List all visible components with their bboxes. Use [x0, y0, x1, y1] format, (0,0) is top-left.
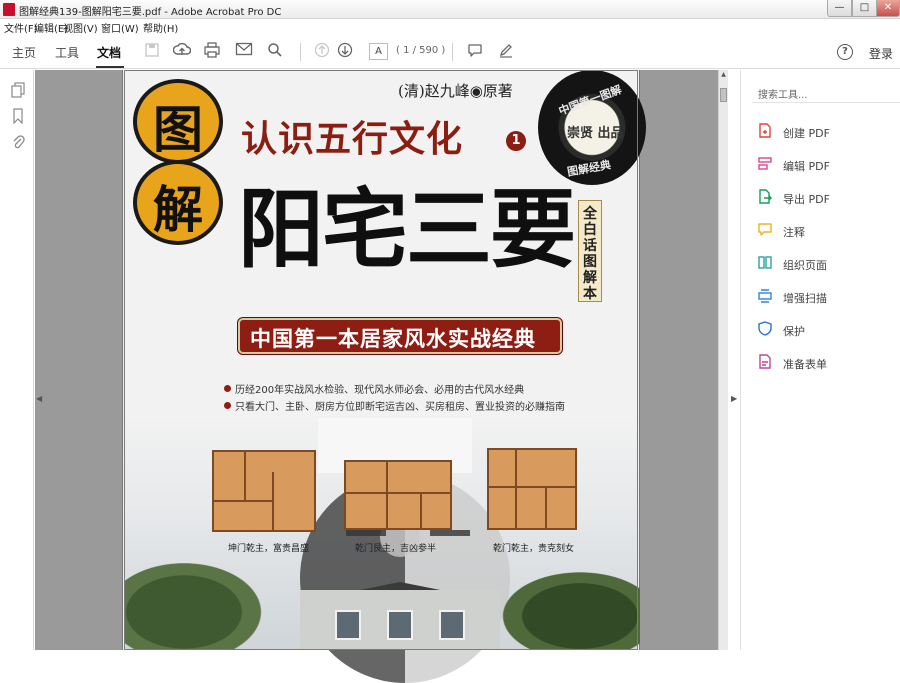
tool-label: 创建 PDF	[783, 127, 830, 140]
tool-export-pdf[interactable]: 导出 PDF	[758, 188, 898, 206]
organize-pages-icon	[758, 255, 772, 270]
trees-right	[490, 565, 640, 650]
active-tab-indicator	[96, 66, 124, 68]
next-page-icon[interactable]	[336, 42, 354, 60]
trigram-bar	[346, 530, 386, 536]
cover-series-number: 1	[506, 131, 526, 151]
bullet-dot	[224, 402, 231, 409]
search-underline	[752, 102, 900, 103]
attachment-icon[interactable]	[11, 134, 25, 150]
prepare-form-icon	[758, 354, 772, 369]
scrollbar-thumb[interactable]	[720, 88, 727, 102]
menu-bar: 文件(F) 编辑(E) 视图(V) 窗口(W) 帮助(H)	[0, 19, 900, 35]
search-tools-input[interactable]: 搜索工具...	[758, 86, 808, 101]
upload-icon[interactable]	[172, 42, 192, 60]
tool-label: 增强扫描	[783, 292, 827, 305]
toolbar: 主页 工具 文档	[0, 34, 900, 69]
tool-enhance-scans[interactable]: 增强扫描	[758, 287, 898, 305]
export-pdf-icon	[758, 189, 772, 204]
menu-help[interactable]: 帮助(H)	[143, 20, 178, 35]
window-title: 图解经典139-图解阳宅三要.pdf - Adobe Acrobat Pro D…	[19, 7, 282, 18]
floor-plan-2	[344, 460, 452, 530]
cover-series-title: 认识五行文化	[241, 118, 464, 160]
tool-create-pdf[interactable]: 创建 PDF	[758, 122, 898, 140]
house-window	[439, 610, 465, 640]
tab-document[interactable]: 文档	[97, 44, 121, 61]
tool-label: 注释	[783, 226, 805, 239]
enhance-scans-icon	[758, 288, 772, 303]
menu-file[interactable]: 文件(F)	[4, 20, 38, 35]
cover-bullet-text: 历经200年实战风水检验、现代风水师必会、必用的古代风水经典	[235, 385, 525, 396]
tool-label: 保护	[783, 325, 805, 338]
page-thumbnails-icon[interactable]	[11, 82, 25, 98]
cover-bullet-text: 只看大门、主卧、厨房方位即断宅运吉凶、买房租房、置业投资的必赚指南	[235, 402, 565, 413]
toolbar-separator	[452, 43, 453, 61]
side-label-char: 本	[583, 286, 597, 302]
tool-label: 编辑 PDF	[783, 160, 830, 173]
tab-tools[interactable]: 工具	[55, 44, 79, 61]
menu-window[interactable]: 窗口(W)	[101, 20, 139, 35]
floor-plan-1	[212, 450, 316, 532]
bookmark-icon[interactable]	[11, 108, 25, 125]
tool-organize-pages[interactable]: 组织页面	[758, 254, 898, 272]
scroll-up-arrow-icon[interactable]: ▲	[719, 71, 728, 80]
floor-plan-caption: 坤门乾主，富贵昌盛	[228, 544, 310, 554]
menu-view[interactable]: 视图(V)	[63, 20, 98, 35]
trees-left	[124, 555, 274, 650]
cover-badge-text: 图	[153, 100, 203, 159]
cover-author: (清)赵九峰◉原著	[398, 82, 513, 100]
page-number-input[interactable]: A	[369, 43, 388, 60]
tool-prepare-form[interactable]: 准备表单	[758, 353, 898, 371]
close-button[interactable]: ✕	[876, 0, 900, 17]
title-bar: 图解经典139-图解阳宅三要.pdf - Adobe Acrobat Pro D…	[0, 0, 900, 19]
create-pdf-icon	[758, 123, 772, 138]
tool-comment[interactable]: 注释	[758, 221, 898, 239]
minimize-button[interactable]: —	[827, 0, 852, 17]
signin-link[interactable]: 登录	[869, 45, 893, 62]
acrobat-app-icon	[3, 3, 15, 16]
maximize-button[interactable]: □	[852, 0, 877, 17]
cover-banner-text: 中国第一本居家风水实战经典	[250, 327, 536, 351]
floor-plan-caption: 乾门乾主，贵克刻女	[493, 544, 575, 554]
cover-main-title: 阳宅三要	[238, 179, 576, 280]
floor-plan-3	[487, 448, 577, 530]
tool-label: 准备表单	[783, 358, 827, 371]
seal-center-text: 崇贤 出品	[567, 126, 624, 141]
tool-protect[interactable]: 保护	[758, 320, 898, 338]
cover-badge-text: 解	[153, 180, 203, 239]
pen-icon[interactable]	[497, 42, 515, 60]
collapse-left-pane-icon[interactable]: ◀	[36, 394, 42, 403]
tab-home[interactable]: 主页	[12, 44, 36, 61]
search-icon[interactable]	[266, 42, 284, 60]
trigram-bar	[430, 530, 470, 536]
edit-pdf-icon	[758, 156, 772, 171]
collapse-right-pane-icon[interactable]: ▶	[731, 394, 737, 403]
tool-label: 组织页面	[783, 259, 827, 272]
tool-label: 导出 PDF	[783, 193, 830, 206]
house-window	[387, 610, 413, 640]
floor-plan-caption: 乾门艮主，吉凶参半	[355, 544, 437, 554]
house-window	[335, 610, 361, 640]
prev-page-icon[interactable]	[313, 42, 331, 60]
print-icon[interactable]	[203, 42, 221, 60]
toolbar-separator	[300, 43, 301, 61]
help-icon[interactable]: ?	[837, 44, 853, 60]
email-icon[interactable]	[235, 42, 253, 60]
save-icon[interactable]	[143, 42, 161, 60]
shield-icon	[758, 321, 772, 336]
vertical-scrollbar[interactable]	[718, 70, 728, 650]
tool-edit-pdf[interactable]: 编辑 PDF	[758, 155, 898, 173]
comment-icon[interactable]	[466, 42, 484, 60]
left-navigation-pane	[0, 70, 34, 650]
bullet-dot	[224, 385, 231, 392]
page-count: ( 1 / 590 )	[396, 45, 446, 56]
comment-tool-icon	[758, 222, 772, 237]
